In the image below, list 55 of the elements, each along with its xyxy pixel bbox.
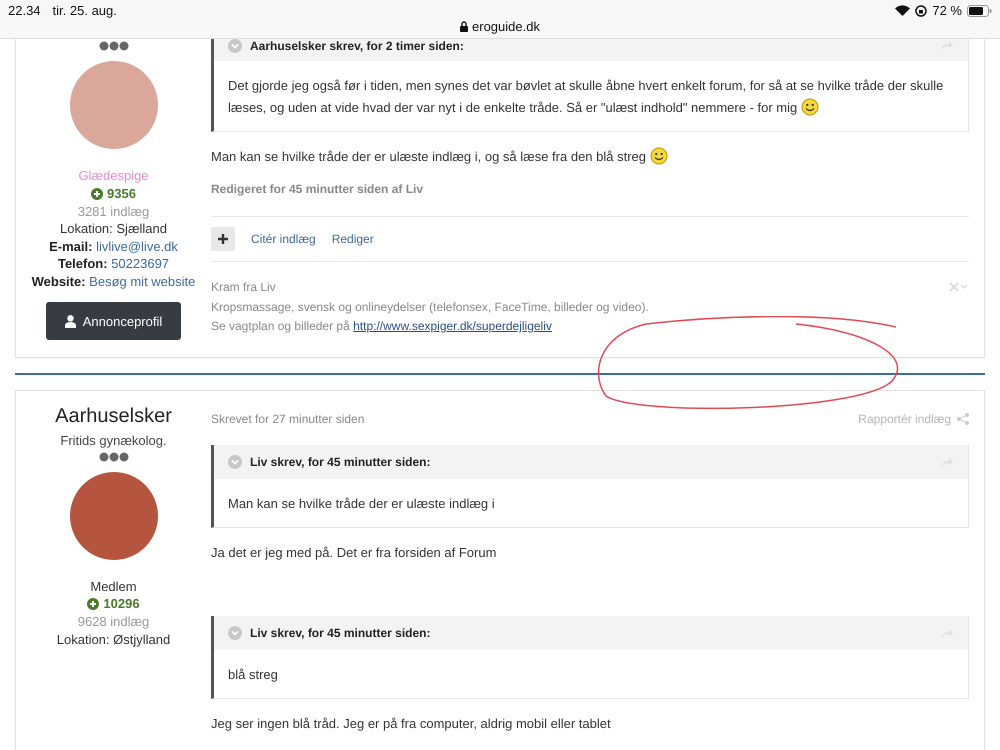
location-text: Lokation: Sjælland (60, 220, 167, 238)
quote-header: Liv skrev, for 45 minutter siden: (250, 454, 430, 468)
quote-header: Aarhuselsker skrev, for 2 timer siden: (250, 39, 464, 53)
collapse-icon[interactable] (228, 626, 242, 640)
quote-text: Man kan se hvilke tråde der er ulæste indlæg i (227, 494, 496, 513)
quote-header: Liv skrev, for 45 minutter siden: (250, 626, 430, 640)
post-date: Skrevet for 27 minutter siden (211, 412, 364, 426)
plus-circle-icon (91, 188, 104, 200)
reputation-count: 9356 (107, 184, 136, 202)
quote-text: blå streg (227, 666, 279, 684)
member-title: Fritids gynækolog. (60, 432, 167, 450)
collapse-icon[interactable] (228, 39, 242, 53)
signature-text: Se vagtplan og billeder på (211, 319, 350, 333)
close-icon[interactable] (949, 282, 969, 292)
author-name[interactable]: Aarhuselsker (55, 404, 172, 428)
post-action-link[interactable]: Rediger (332, 232, 374, 246)
plus-icon (218, 234, 228, 244)
more-button[interactable] (211, 227, 235, 251)
wifi-icon (895, 5, 910, 16)
user-icon (64, 314, 76, 328)
quote-text: Det gjorde jeg også før i tiden, men synes det var bøvlet at skulle åbne hvert enkelt forum, for så at se hvilke tråde der skulle læses, og uden at vide hvad der var nyt i de enkelte tråde. Så er "ulæst indhold" nemmere - for mig (227, 77, 944, 118)
status-time: 22.34 (8, 3, 41, 18)
field-label: Telefon: (58, 256, 108, 271)
location-text: Lokation: Østjylland (56, 630, 170, 648)
battery-percent: 72 % (932, 3, 962, 18)
battery-icon (967, 4, 992, 16)
field-label: Website: (32, 274, 86, 288)
post-count: 3281 indlæg (78, 202, 150, 220)
edited-note: Redigeret for 45 minutter siden af Liv (211, 182, 424, 196)
post-text: Jeg ser ingen blå tråd. Jeg er på fra computer, aldrig mobil eller tablet (211, 714, 612, 733)
status-date: tir. 25. aug. (52, 3, 117, 18)
share-arrow-icon[interactable] (940, 39, 954, 51)
profile-button[interactable]: Annonceprofil (46, 302, 181, 340)
post-text: Ja det er jeg med på. Det er fra forsiden af Forum (211, 544, 498, 562)
lock-icon (460, 21, 468, 32)
post-count: 9628 indlæg (78, 613, 150, 630)
field-label: E-mail: (49, 238, 92, 254)
plus-circle-icon (87, 598, 100, 610)
rank-dots-icon (98, 452, 128, 462)
post-text: Man kan se hvilke tråde der er ulæste indlæg i, og så læse fra den blå streg (211, 146, 969, 168)
signature-text: Kram fra Liv (211, 279, 276, 296)
rank-dots-icon (98, 41, 128, 51)
post-action-link[interactable]: Citér indlæg (251, 232, 316, 246)
profile-link[interactable]: 50223697 (111, 256, 170, 271)
member-rank: Glædespige (78, 167, 149, 184)
rotation-lock-icon (915, 4, 928, 16)
member-rank: Medlem (90, 578, 137, 595)
collapse-icon[interactable] (228, 454, 242, 468)
signature-link[interactable]: http://www.sexpiger.dk/superdejligeliv (353, 319, 552, 333)
profile-link[interactable]: livlive@live.dk (96, 238, 178, 254)
profile-link[interactable]: Besøg mit website (89, 274, 196, 288)
page-url[interactable]: eroguide.dk (472, 19, 540, 34)
reputation-count: 10296 (103, 595, 140, 613)
signature-text: Kropsmassage, svensk og onlineydelser (telefonsex, FaceTime, billeder og video). (211, 298, 649, 316)
share-icon[interactable] (957, 412, 969, 424)
